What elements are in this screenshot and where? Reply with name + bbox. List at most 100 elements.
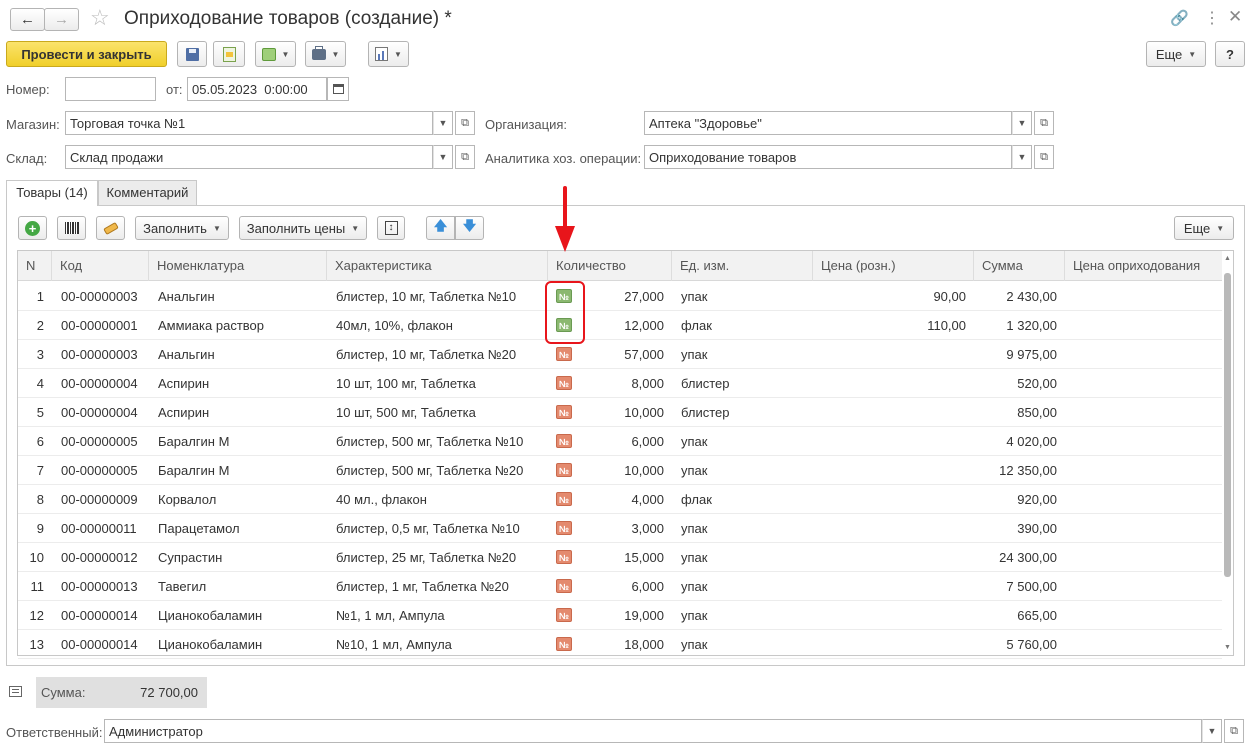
cell-cost-price[interactable] [1073, 485, 1213, 514]
barcode-button[interactable] [57, 216, 86, 240]
cell-retail-price[interactable] [818, 398, 966, 427]
number-orange-icon[interactable]: № [556, 376, 572, 390]
column-width-button[interactable]: ↕ [377, 216, 405, 240]
cell-cost-price[interactable] [1073, 456, 1213, 485]
cell-quantity[interactable]: 6,000 [598, 572, 664, 601]
responsible-field[interactable]: Администратор [104, 719, 1202, 743]
cell-n[interactable]: 9 [18, 514, 44, 543]
cell-unit[interactable]: флак [681, 311, 811, 340]
cell-code[interactable]: 00-00000012 [61, 543, 157, 572]
warehouse-open-button[interactable]: ⧉ [455, 145, 475, 169]
number-orange-icon[interactable]: № [556, 521, 572, 535]
cell-retail-price[interactable] [818, 514, 966, 543]
save-button[interactable] [177, 41, 207, 67]
cell-characteristic[interactable]: 40 мл., флакон [336, 485, 558, 514]
pick-button[interactable] [96, 216, 125, 240]
cell-sum[interactable]: 4 020,00 [978, 427, 1057, 456]
analytics-dropdown-button[interactable]: ▼ [1012, 145, 1032, 169]
col-n[interactable]: N [18, 251, 52, 281]
scroll-thumb[interactable] [1224, 273, 1231, 577]
table-row[interactable]: 10 00-00000012 Супрастин блистер, 25 мг, Та… [18, 543, 1222, 572]
cell-quantity[interactable]: 15,000 [598, 543, 664, 572]
cell-unit[interactable]: блистер [681, 369, 811, 398]
cell-characteristic[interactable]: №1, 1 мл, Ампула [336, 601, 558, 630]
create-based-on-button[interactable]: ▼ [255, 41, 296, 67]
cell-name[interactable]: Анальгин [158, 340, 333, 369]
cell-cost-price[interactable] [1073, 427, 1213, 456]
org-field[interactable]: Аптека "Здоровье" [644, 111, 1012, 135]
store-dropdown-button[interactable]: ▼ [433, 111, 453, 135]
cell-unit[interactable]: упак [681, 427, 811, 456]
cell-n[interactable]: 11 [18, 572, 45, 601]
help-button[interactable]: ? [1215, 41, 1245, 67]
analytics-open-button[interactable]: ⧉ [1034, 145, 1054, 169]
scrollbar[interactable]: ▲ ▼ [1222, 251, 1233, 655]
table-row[interactable]: 6 00-00000005 Баралгин Мблистер, 500 мг, Т… [18, 427, 1222, 456]
number-orange-icon[interactable]: № [556, 347, 572, 361]
cell-characteristic[interactable]: блистер, 1 мг, Таблетка №20 [336, 572, 558, 601]
cell-retail-price[interactable] [818, 630, 966, 659]
link-icon[interactable]: 🔗 [1170, 9, 1189, 27]
store-open-button[interactable]: ⧉ [455, 111, 475, 135]
warehouse-field[interactable]: Склад продажи [65, 145, 433, 169]
col-code[interactable]: Код [52, 251, 149, 281]
cell-cost-price[interactable] [1073, 601, 1213, 630]
cell-sum[interactable]: 24 300,00 [978, 543, 1057, 572]
cell-n[interactable]: 13 [18, 630, 44, 659]
cell-sum[interactable]: 920,00 [978, 485, 1057, 514]
number-orange-icon[interactable]: № [556, 405, 572, 419]
table-row[interactable]: 2 00-00000001 Аммиака раствор 40мл, 10%, фл… [18, 311, 1222, 340]
print-button[interactable]: ▼ [305, 41, 346, 67]
table-row[interactable]: 5 00-00000004 Аспирин 10 шт, 500 мг, Таблет… [18, 398, 1222, 427]
table-row[interactable]: 8 00-00000009 Корвалол 40 мл., флакон 4,000 ф… [18, 485, 1222, 514]
cell-sum[interactable]: 5 760,00 [978, 630, 1057, 659]
cell-unit[interactable]: упак [681, 514, 811, 543]
number-orange-icon[interactable]: № [556, 579, 572, 593]
col-unit[interactable]: Ед. изм. [672, 251, 813, 281]
tab-goods[interactable]: Товары (14) [6, 180, 98, 206]
cell-unit[interactable]: флак [681, 485, 811, 514]
org-dropdown-button[interactable]: ▼ [1012, 111, 1032, 135]
cell-code[interactable]: 00-00000013 [61, 572, 157, 601]
add-row-button[interactable]: + [18, 216, 47, 240]
cell-unit[interactable]: упак [681, 340, 811, 369]
cell-name[interactable]: Аспирин [158, 398, 333, 427]
post-button[interactable] [213, 41, 245, 67]
cell-code[interactable]: 00-00000004 [61, 398, 157, 427]
cell-sum[interactable]: 9 975,00 [978, 340, 1057, 369]
cell-n[interactable]: 2 [18, 311, 44, 340]
cell-sum[interactable]: 12 350,00 [978, 456, 1057, 485]
move-down-button[interactable]: 🡇 [455, 216, 484, 240]
cell-retail-price[interactable] [818, 369, 966, 398]
menu-dots-icon[interactable]: ⋮ [1204, 8, 1220, 28]
cell-cost-price[interactable] [1073, 369, 1213, 398]
cell-retail-price[interactable]: 90,00 [818, 282, 966, 311]
cell-retail-price[interactable] [818, 427, 966, 456]
cell-characteristic[interactable]: 10 шт, 100 мг, Таблетка [336, 369, 558, 398]
col-quantity[interactable]: Количество [548, 251, 672, 281]
cell-name[interactable]: Тавегил [158, 572, 333, 601]
cell-sum[interactable]: 7 500,00 [978, 572, 1057, 601]
cell-quantity[interactable]: 18,000 [598, 630, 664, 659]
cell-n[interactable]: 6 [18, 427, 44, 456]
fill-button[interactable]: Заполнить ▼ [135, 216, 229, 240]
cell-characteristic[interactable]: блистер, 500 мг, Таблетка №20 [336, 456, 558, 485]
cell-sum[interactable]: 2 430,00 [978, 282, 1057, 311]
number-field[interactable] [65, 77, 156, 101]
cell-name[interactable]: Супрастин [158, 543, 333, 572]
post-and-close-button[interactable]: Провести и закрыть [6, 41, 167, 67]
cell-quantity[interactable]: 8,000 [598, 369, 664, 398]
reports-button[interactable]: ▼ [368, 41, 409, 67]
cell-name[interactable]: Парацетамол [158, 514, 333, 543]
cell-unit[interactable]: упак [681, 456, 811, 485]
cell-sum[interactable]: 520,00 [978, 369, 1057, 398]
table-row[interactable]: 12 00-00000014 Цианокобаламин №1, 1 мл, Амп… [18, 601, 1222, 630]
cell-name[interactable]: Корвалол [158, 485, 333, 514]
back-button[interactable]: ← [10, 8, 45, 31]
cell-n[interactable]: 12 [18, 601, 44, 630]
cell-code[interactable]: 00-00000004 [61, 369, 157, 398]
scroll-down-icon[interactable]: ▼ [1224, 644, 1231, 651]
move-up-button[interactable]: 🡅 [426, 216, 455, 240]
cell-cost-price[interactable] [1073, 514, 1213, 543]
col-name[interactable]: Номенклатура [149, 251, 327, 281]
